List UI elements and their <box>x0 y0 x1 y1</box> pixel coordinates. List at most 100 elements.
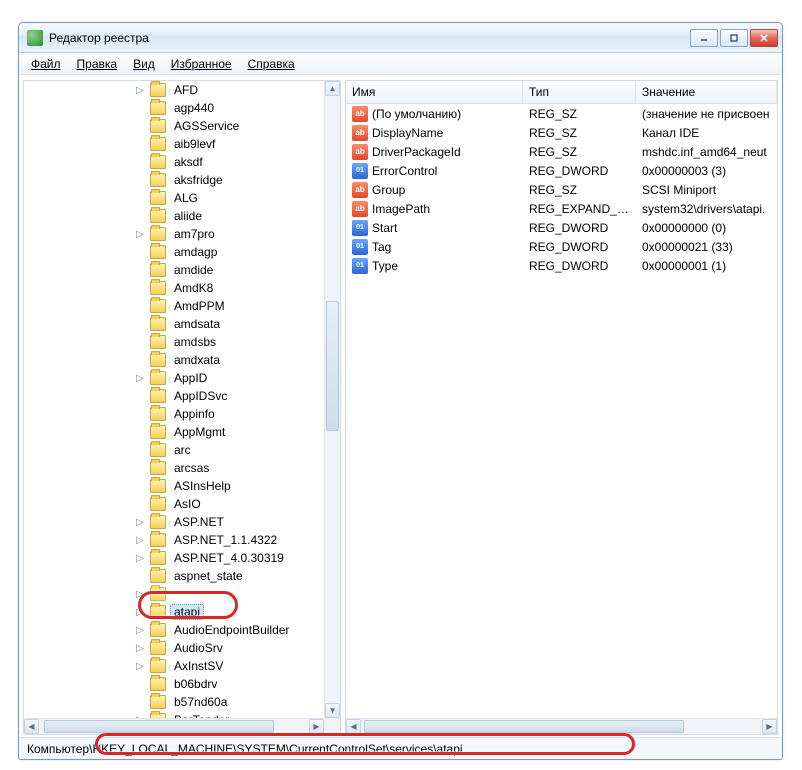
tree-node[interactable]: ▷ atapi <box>24 603 324 621</box>
tree-vertical-scrollbar[interactable]: ▲ ▼ <box>324 81 340 718</box>
expand-icon[interactable]: ▷ <box>132 370 148 386</box>
menu-edit[interactable]: Правка <box>69 55 126 73</box>
folder-icon <box>150 155 166 169</box>
tree-node[interactable]: ▷ am7pro <box>24 225 324 243</box>
minimize-button[interactable] <box>690 29 718 47</box>
tree-node[interactable]: ▷aksfridge <box>24 171 324 189</box>
folder-icon <box>150 191 166 205</box>
tree-node[interactable]: ▷AppID <box>24 369 324 387</box>
scroll-thumb[interactable] <box>326 301 339 431</box>
tree-node[interactable]: ▷Appinfo <box>24 405 324 423</box>
tree-node[interactable]: ▷amdide <box>24 261 324 279</box>
titlebar[interactable]: Редактор реестра <box>19 23 782 53</box>
tree-node[interactable]: ▷AmdK8 <box>24 279 324 297</box>
scroll-up-button[interactable]: ▲ <box>325 81 340 96</box>
tree-node[interactable]: ▷aspnet_state <box>24 567 324 585</box>
menu-view[interactable]: Вид <box>125 55 163 73</box>
tree-horizontal-scrollbar[interactable]: ◀ ▶ <box>24 718 324 734</box>
tree-pane[interactable]: ▷AFD▷agp440▷AGSService▷aib9levf▷aksdf▷ak… <box>23 80 341 735</box>
list-row[interactable]: DriverPackageIdREG_SZmshdc.inf_amd64_neu… <box>346 142 777 161</box>
scroll-right-button[interactable]: ▶ <box>762 719 777 734</box>
values-pane[interactable]: Имя Тип Значение (По умолчанию)REG_SZ(зн… <box>345 80 778 735</box>
tree-node[interactable]: ▷ ASP.NET_1.1.4322 <box>24 531 324 549</box>
tree-node[interactable]: ▷AppMgmt <box>24 423 324 441</box>
maximize-button[interactable] <box>720 29 748 47</box>
scroll-right-button[interactable]: ▶ <box>309 719 324 734</box>
expand-icon[interactable]: ▷ <box>132 514 148 530</box>
tree-node[interactable]: ▷aliide <box>24 207 324 225</box>
expand-icon[interactable]: ▷ <box>132 604 148 620</box>
value-data: 0x00000021 (33) <box>636 240 777 254</box>
expand-icon[interactable]: ▷ <box>132 658 148 674</box>
scroll-left-button[interactable]: ◀ <box>346 719 361 734</box>
list-row[interactable]: TagREG_DWORD0x00000021 (33) <box>346 237 777 256</box>
tree-node[interactable]: ▷ <box>24 585 324 603</box>
folder-icon <box>150 137 166 151</box>
tree-node[interactable]: ▷BarTender <box>24 711 324 718</box>
value-type: REG_SZ <box>523 145 636 159</box>
tree-node[interactable]: ▷ASP.NET <box>24 513 324 531</box>
expand-icon[interactable]: ▷ <box>132 532 148 548</box>
tree-node[interactable]: ▷AGSService <box>24 117 324 135</box>
menu-favorites[interactable]: Избранное <box>163 55 240 73</box>
tree-node-label: b06bdrv <box>170 676 221 692</box>
tree-node-label: amdsata <box>170 316 224 332</box>
folder-icon <box>150 353 166 367</box>
tree-node[interactable]: ▷b57nd60a <box>24 693 324 711</box>
value-type: REG_SZ <box>523 183 636 197</box>
tree-node[interactable]: ▷ AudioEndpointBuilder <box>24 621 324 639</box>
tree-node[interactable]: ▷AxInstSV <box>24 657 324 675</box>
column-value[interactable]: Значение <box>636 81 777 103</box>
tree-node[interactable]: ▷agp440 <box>24 99 324 117</box>
tree-node[interactable]: ▷aksdf <box>24 153 324 171</box>
scroll-down-button[interactable]: ▼ <box>325 703 340 718</box>
list-row[interactable]: ImagePathREG_EXPAND_SZsystem32\drivers\a… <box>346 199 777 218</box>
list-row[interactable]: GroupREG_SZSCSI Miniport <box>346 180 777 199</box>
expand-icon[interactable]: ▷ <box>132 622 148 638</box>
tree-node-label: Appinfo <box>170 406 219 422</box>
expand-icon[interactable]: ▷ <box>132 640 148 656</box>
list-row[interactable]: TypeREG_DWORD0x00000001 (1) <box>346 256 777 275</box>
tree-node[interactable]: ▷AFD <box>24 81 324 99</box>
list-row[interactable]: (По умолчанию)REG_SZ(значение не присвое… <box>346 104 777 123</box>
column-name[interactable]: Имя <box>346 81 523 103</box>
menu-help[interactable]: Справка <box>240 55 303 73</box>
value-type: REG_EXPAND_SZ <box>523 202 636 216</box>
tree-node[interactable]: ▷amdxata <box>24 351 324 369</box>
scroll-left-button[interactable]: ◀ <box>24 719 39 734</box>
tree-node[interactable]: ▷AsIO <box>24 495 324 513</box>
list-horizontal-scrollbar[interactable]: ◀ ▶ <box>346 718 777 734</box>
expand-icon[interactable]: ▷ <box>132 226 148 242</box>
list-row[interactable]: StartREG_DWORD0x00000000 (0) <box>346 218 777 237</box>
tree-node-label: atapi <box>170 604 204 620</box>
tree-node[interactable]: ▷ALG <box>24 189 324 207</box>
list-row[interactable]: ErrorControlREG_DWORD0x00000003 (3) <box>346 161 777 180</box>
list-header[interactable]: Имя Тип Значение <box>346 81 777 104</box>
tree-node[interactable]: ▷b06bdrv <box>24 675 324 693</box>
tree-node-label: ASP.NET_1.1.4322 <box>170 532 281 548</box>
list-row[interactable]: DisplayNameREG_SZКанал IDE <box>346 123 777 142</box>
tree-node[interactable]: ▷AmdPPM <box>24 297 324 315</box>
tree-node-label: am7pro <box>170 226 219 242</box>
tree-node[interactable]: ▷ASInsHelp <box>24 477 324 495</box>
tree-node[interactable]: ▷AudioSrv <box>24 639 324 657</box>
expand-icon[interactable]: ▷ <box>132 550 148 566</box>
column-type[interactable]: Тип <box>523 81 636 103</box>
tree-node-label: AudioEndpointBuilder <box>170 622 293 638</box>
tree-node[interactable]: ▷aib9levf <box>24 135 324 153</box>
tree-node[interactable]: ▷arc <box>24 441 324 459</box>
menu-file[interactable]: Файл <box>23 55 69 73</box>
tree-node[interactable]: ▷amdsata <box>24 315 324 333</box>
expand-icon[interactable]: ▷ <box>132 586 148 602</box>
tree-node[interactable]: ▷amdsbs <box>24 333 324 351</box>
scroll-thumb[interactable] <box>364 720 684 733</box>
expand-icon[interactable]: ▷ <box>132 82 148 98</box>
tree-node[interactable]: ▷ASP.NET_4.0.30319 <box>24 549 324 567</box>
tree-node-label: AppMgmt <box>170 424 229 440</box>
tree-node[interactable]: ▷arcsas <box>24 459 324 477</box>
close-button[interactable] <box>750 29 778 47</box>
tree-node-label: arc <box>170 442 195 458</box>
tree-node[interactable]: ▷AppIDSvc <box>24 387 324 405</box>
scroll-thumb[interactable] <box>44 720 274 733</box>
tree-node[interactable]: ▷amdagp <box>24 243 324 261</box>
